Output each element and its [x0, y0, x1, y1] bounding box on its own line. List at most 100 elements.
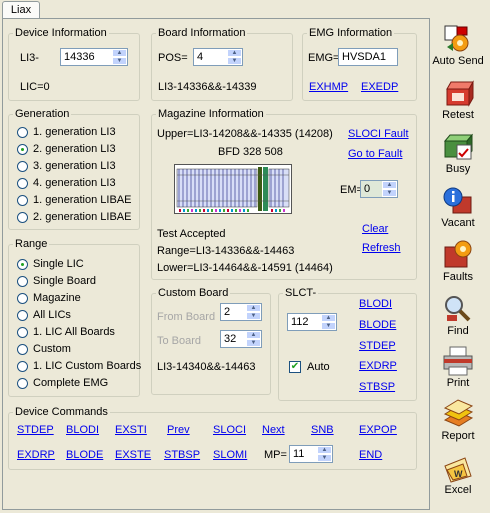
- mp-value[interactable]: 11: [290, 446, 317, 462]
- device-commands-legend: Device Commands: [15, 406, 108, 418]
- to-board-stepper[interactable]: 32 ▲ ▼: [220, 330, 262, 348]
- li-number-stepper[interactable]: 14336 ▲ ▼: [60, 48, 128, 66]
- cmd-snb-link[interactable]: SNB: [311, 424, 334, 436]
- tab-liax[interactable]: Liax: [2, 1, 40, 19]
- slct-stbsp-link[interactable]: STBSP: [359, 381, 395, 393]
- range-option-single-lic[interactable]: Single LIC: [17, 256, 141, 272]
- faults-button[interactable]: Faults: [428, 236, 488, 288]
- range-option-magazine[interactable]: Magazine: [17, 290, 141, 306]
- generation-option-4[interactable]: 4. generation LI3: [17, 175, 131, 191]
- go-to-fault-link[interactable]: Go to Fault: [348, 148, 402, 160]
- radio-icon[interactable]: [17, 343, 28, 355]
- up-arrow-icon[interactable]: ▲: [382, 181, 397, 189]
- print-button[interactable]: Print: [428, 342, 488, 394]
- radio-icon[interactable]: [17, 360, 28, 372]
- down-arrow-icon[interactable]: ▼: [317, 454, 332, 462]
- retest-button[interactable]: Retest: [428, 74, 488, 126]
- radio-icon[interactable]: [17, 126, 28, 138]
- range-option-complete-emg[interactable]: Complete EMG: [17, 375, 141, 391]
- radio-icon[interactable]: [17, 309, 28, 321]
- range-option-1-lic-custom-boards[interactable]: 1. LIC Custom Boards: [17, 358, 141, 374]
- cmd-expop-link[interactable]: EXPOP: [359, 424, 397, 436]
- down-arrow-icon[interactable]: ▼: [382, 189, 397, 197]
- cmd-end-link[interactable]: END: [359, 449, 382, 461]
- checkbox-checked-icon[interactable]: ✔: [289, 361, 301, 373]
- refresh-link[interactable]: Refresh: [362, 242, 401, 254]
- up-arrow-icon[interactable]: ▲: [321, 314, 336, 322]
- slct-blode-link[interactable]: BLODE: [359, 319, 396, 331]
- radio-icon[interactable]: [17, 177, 28, 189]
- generation-option-1[interactable]: 1. generation LI3: [17, 124, 131, 140]
- auto-send-button[interactable]: Auto Send: [428, 20, 488, 72]
- pos-value[interactable]: 4: [194, 49, 227, 65]
- cmd-exsti-link[interactable]: EXSTI: [115, 424, 147, 436]
- auto-checkbox[interactable]: ✔ Auto: [289, 361, 330, 373]
- cmd-stdep-link[interactable]: STDEP: [17, 424, 54, 436]
- busy-button[interactable]: Busy: [428, 128, 488, 180]
- option-label: Single Board: [33, 275, 96, 287]
- from-board-value[interactable]: 2: [221, 304, 246, 320]
- radio-icon[interactable]: [17, 160, 28, 172]
- up-arrow-icon[interactable]: ▲: [112, 49, 127, 57]
- down-arrow-icon[interactable]: ▼: [246, 312, 261, 320]
- radio-icon[interactable]: [17, 292, 28, 304]
- em-stepper[interactable]: 0 ▲ ▼: [360, 180, 398, 198]
- range-option-single-board[interactable]: Single Board: [17, 273, 141, 289]
- down-arrow-icon[interactable]: ▼: [321, 322, 336, 330]
- generation-option-2[interactable]: 2. generation LI3: [17, 141, 131, 157]
- find-button[interactable]: Find: [428, 290, 488, 342]
- slct-value[interactable]: 112: [288, 314, 321, 330]
- retest-label: Retest: [442, 109, 474, 121]
- radio-icon[interactable]: [17, 275, 28, 287]
- down-arrow-icon[interactable]: ▼: [112, 57, 127, 65]
- radio-icon[interactable]: [17, 326, 28, 338]
- down-arrow-icon[interactable]: ▼: [246, 339, 261, 347]
- up-arrow-icon[interactable]: ▲: [227, 49, 242, 57]
- vacant-button[interactable]: Vacant: [428, 182, 488, 234]
- excel-button[interactable]: W Excel: [428, 449, 488, 501]
- cmd-next-link[interactable]: Next: [262, 424, 285, 436]
- range-option-custom[interactable]: Custom: [17, 341, 141, 357]
- print-icon: [443, 346, 473, 376]
- radio-icon[interactable]: [17, 194, 28, 206]
- generation-option-6[interactable]: 2. generation LIBAE: [17, 209, 131, 225]
- exhmp-link[interactable]: EXHMP: [309, 81, 348, 93]
- clear-link[interactable]: Clear: [362, 223, 388, 235]
- cmd-exdrp-link[interactable]: EXDRP: [17, 449, 55, 461]
- cmd-sloci-link[interactable]: SLOCI: [213, 424, 246, 436]
- to-board-value[interactable]: 32: [221, 331, 246, 347]
- from-board-stepper[interactable]: 2 ▲ ▼: [220, 303, 262, 321]
- em-value[interactable]: 0: [361, 181, 382, 197]
- up-arrow-icon[interactable]: ▲: [317, 446, 332, 454]
- radio-icon[interactable]: [17, 211, 28, 223]
- range-option-all-lics[interactable]: All LICs: [17, 307, 141, 323]
- sloci-fault-link[interactable]: SLOCI Fault: [348, 128, 409, 140]
- radio-selected-icon[interactable]: [17, 143, 28, 155]
- pos-stepper[interactable]: 4 ▲ ▼: [193, 48, 243, 66]
- generation-option-3[interactable]: 3. generation LI3: [17, 158, 131, 174]
- cmd-blodi-link[interactable]: BLODI: [66, 424, 99, 436]
- mp-stepper[interactable]: 11 ▲ ▼: [289, 445, 333, 463]
- range-option-1-lic-all-boards[interactable]: 1. LIC All Boards: [17, 324, 141, 340]
- down-arrow-icon[interactable]: ▼: [227, 57, 242, 65]
- generation-legend: Generation: [15, 108, 70, 120]
- report-button[interactable]: Report: [428, 395, 488, 447]
- radio-icon[interactable]: [17, 377, 28, 389]
- up-arrow-icon[interactable]: ▲: [246, 331, 261, 339]
- exedp-link[interactable]: EXEDP: [361, 81, 398, 93]
- up-arrow-icon[interactable]: ▲: [246, 304, 261, 312]
- slct-exdrp-link[interactable]: EXDRP: [359, 360, 397, 372]
- radio-selected-icon[interactable]: [17, 258, 28, 270]
- slct-stepper[interactable]: 112 ▲ ▼: [287, 313, 337, 331]
- cmd-slomi-link[interactable]: SLOMI: [213, 449, 247, 461]
- emg-field[interactable]: HVSDA1: [338, 48, 398, 66]
- generation-option-5[interactable]: 1. generation LIBAE: [17, 192, 131, 208]
- li-number-value[interactable]: 14336: [61, 49, 112, 65]
- lower-range-text: Lower=LI3-14464&&-14591 (14464): [157, 262, 333, 274]
- cmd-exste-link[interactable]: EXSTE: [115, 449, 151, 461]
- cmd-blode-link[interactable]: BLODE: [66, 449, 103, 461]
- cmd-stbsp-link[interactable]: STBSP: [164, 449, 200, 461]
- slct-stdep-link[interactable]: STDEP: [359, 340, 396, 352]
- slct-blodi-link[interactable]: BLODI: [359, 298, 392, 310]
- cmd-prev-link[interactable]: Prev: [167, 424, 190, 436]
